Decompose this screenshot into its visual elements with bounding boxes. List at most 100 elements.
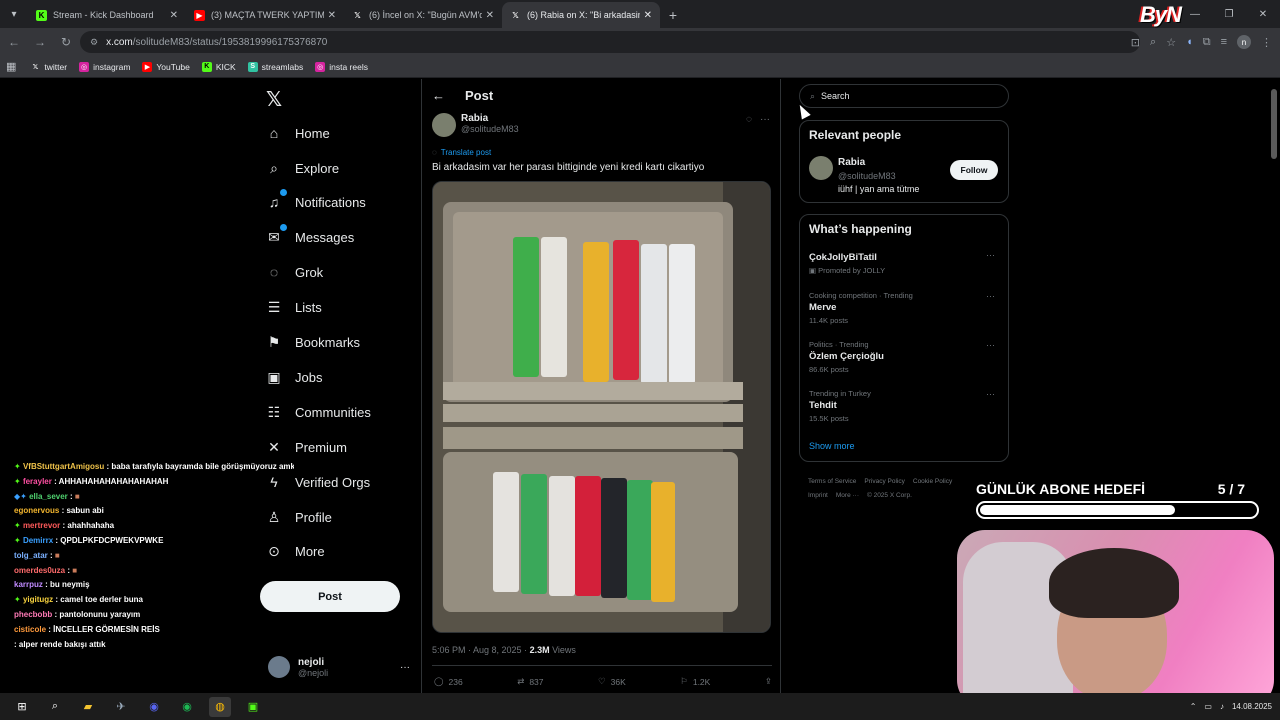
bookmark-instagram[interactable]: ◎ instagram bbox=[79, 61, 131, 72]
nav-communities[interactable]: ☷ Communities bbox=[266, 400, 371, 424]
media-icon[interactable]: ≡ bbox=[1221, 36, 1227, 48]
browser-tab[interactable]: K Stream - Kick Dashboard ✕ bbox=[28, 2, 186, 28]
minimize-icon[interactable]: — bbox=[1178, 0, 1212, 28]
restore-icon[interactable]: ❐ bbox=[1212, 0, 1246, 28]
bookmark-insta-reels[interactable]: ◎ insta reels bbox=[315, 61, 368, 72]
nav-premium[interactable]: ✕ Premium bbox=[266, 435, 347, 459]
kick-app-icon[interactable]: ▣ bbox=[242, 697, 264, 717]
bookmark-button[interactable]: ⚐ 1.2K bbox=[680, 676, 710, 687]
nav-messages[interactable]: ✉ Messages bbox=[266, 224, 354, 249]
battery-icon[interactable]: ▭ bbox=[1204, 702, 1212, 711]
profile-avatar[interactable]: n bbox=[1237, 35, 1251, 49]
share-button[interactable]: ⇪ bbox=[765, 676, 772, 687]
more-icon[interactable]: ··· bbox=[986, 250, 995, 260]
chat-message: phecbobb : pantolonunu yarayım bbox=[14, 608, 294, 623]
nav-notifications[interactable]: ♫ Notifications bbox=[266, 189, 366, 214]
trend-item[interactable]: Cooking competition · Trending Merve 11.… bbox=[809, 291, 999, 325]
tab-search-icon[interactable]: ▾ bbox=[0, 0, 28, 28]
install-icon[interactable]: ⊡ bbox=[1131, 36, 1140, 49]
more-icon[interactable]: ··· bbox=[986, 389, 995, 399]
instagram-icon: ◎ bbox=[315, 61, 326, 72]
emote-icon: ■ bbox=[74, 491, 80, 501]
person-name[interactable]: Rabia bbox=[838, 157, 919, 168]
spotify-icon[interactable]: ◉ bbox=[176, 697, 198, 717]
repost-button[interactable]: ⇄ 837 bbox=[517, 676, 543, 687]
trend-item[interactable]: Politics · Trending Özlem Çerçioğlu 86.6… bbox=[809, 340, 999, 374]
close-window-icon[interactable]: ✕ bbox=[1246, 0, 1280, 28]
search-input[interactable]: ⌕ Search bbox=[799, 84, 1009, 108]
discord-icon[interactable]: ◉ bbox=[143, 697, 165, 717]
account-switcher[interactable]: nejoli @nejoli ··· bbox=[268, 653, 410, 681]
footer-link[interactable]: More ··· bbox=[836, 492, 859, 499]
app-icon[interactable]: ✈ bbox=[110, 697, 132, 717]
new-tab-button[interactable]: + bbox=[660, 2, 686, 28]
file-explorer-icon[interactable]: ▰ bbox=[77, 697, 99, 717]
show-more-link[interactable]: Show more bbox=[809, 441, 855, 451]
footer-link[interactable]: Terms of Service bbox=[808, 478, 856, 485]
reload-icon[interactable]: ↻ bbox=[54, 30, 78, 54]
bookmark-twitter[interactable]: 𝕏twitter bbox=[30, 62, 68, 72]
browser-tab-active[interactable]: 𝕏 (6) Rabia on X: "Bi arkadasim va ✕ bbox=[502, 2, 660, 28]
post-author[interactable]: Rabia @solitudeM83 bbox=[432, 113, 519, 137]
x-logo-icon[interactable]: 𝕏 bbox=[266, 87, 282, 112]
browser-tab[interactable]: 𝕏 (6) İncel on X: "Bugün AVM'de ✕ bbox=[344, 2, 502, 28]
person-handle[interactable]: @solitudeM83 bbox=[838, 171, 919, 181]
translate-link[interactable]: ◌ Translate post bbox=[432, 148, 491, 157]
bookmark-streamlabs[interactable]: Sstreamlabs bbox=[247, 61, 303, 72]
extensions-icon[interactable]: ⧉ bbox=[1203, 36, 1211, 49]
star-icon[interactable]: ☆ bbox=[1166, 36, 1176, 49]
url-field[interactable]: ⚙ x.com/solitudeM83/status/1953819996175… bbox=[80, 31, 1140, 53]
close-icon[interactable]: ✕ bbox=[170, 10, 178, 21]
trend-name: Merve bbox=[809, 302, 837, 313]
footer-link[interactable]: Imprint bbox=[808, 492, 828, 499]
browser-tab[interactable]: ▶ (3) MAÇTA TWERK YAPTIM | İLK ✕ bbox=[186, 2, 344, 28]
close-icon[interactable]: ✕ bbox=[486, 10, 494, 21]
nav-lists[interactable]: ☰ Lists bbox=[266, 295, 322, 319]
close-icon[interactable]: ✕ bbox=[644, 10, 652, 21]
search-icon[interactable]: ⌕ bbox=[44, 697, 66, 717]
nav-bookmarks[interactable]: ⚑ Bookmarks bbox=[266, 330, 360, 354]
taskbar-date[interactable]: 14.08.2025 bbox=[1232, 702, 1272, 711]
avatar[interactable] bbox=[809, 156, 833, 180]
grok-icon[interactable]: ◌ bbox=[746, 114, 752, 125]
trend-item[interactable]: Trending in Turkey Tehdit 15.5K posts ··… bbox=[809, 389, 999, 423]
apps-icon[interactable]: ▦ bbox=[6, 60, 16, 73]
trend-item[interactable]: ÇokJollyBiTatil ▣ Promoted by JOLLY ··· bbox=[809, 250, 999, 275]
volume-icon[interactable]: ♪ bbox=[1220, 702, 1224, 711]
forward-icon[interactable]: → bbox=[28, 30, 52, 54]
nav-explore[interactable]: ⌕ Explore bbox=[266, 156, 339, 180]
avatar[interactable] bbox=[432, 113, 456, 137]
nav-label: Jobs bbox=[295, 369, 323, 385]
chrome-icon[interactable]: ◍ bbox=[209, 696, 231, 717]
more-icon[interactable]: ··· bbox=[986, 340, 995, 350]
home-icon: ⌂ bbox=[269, 125, 279, 141]
reply-button[interactable]: ◯ 236 bbox=[434, 676, 463, 687]
windows-start-icon[interactable]: ⊞ bbox=[11, 697, 33, 717]
site-info-icon[interactable]: ⚙ bbox=[90, 37, 98, 48]
bookmark-kick[interactable]: K KICK bbox=[201, 61, 236, 72]
author-name[interactable]: Rabia bbox=[461, 113, 519, 124]
footer-link[interactable]: Privacy Policy bbox=[864, 478, 904, 485]
more-icon[interactable]: ··· bbox=[986, 291, 995, 301]
back-arrow-icon[interactable]: ← bbox=[432, 88, 445, 103]
zoom-icon[interactable]: ⌕ bbox=[1150, 36, 1156, 49]
youtube-icon: ▶ bbox=[142, 61, 153, 72]
more-icon[interactable]: ··· bbox=[760, 114, 770, 125]
author-handle[interactable]: @solitudeM83 bbox=[461, 124, 519, 134]
like-button[interactable]: ♡ 36K bbox=[598, 676, 626, 687]
scrollbar-thumb[interactable] bbox=[1271, 89, 1277, 159]
nav-home[interactable]: ⌂ Home bbox=[266, 121, 330, 145]
nav-grok[interactable]: ◌ Grok bbox=[266, 260, 323, 284]
nav-jobs[interactable]: ▣ Jobs bbox=[266, 365, 322, 389]
chevron-up-icon[interactable]: ⌃ bbox=[1190, 702, 1197, 711]
follow-button[interactable]: Follow bbox=[950, 160, 998, 180]
extension-audio-icon[interactable]: ◖ bbox=[1186, 36, 1193, 48]
bookmark-youtube[interactable]: ▶ YouTube bbox=[142, 61, 190, 72]
post-image[interactable] bbox=[432, 181, 771, 633]
bookmark-label: instagram bbox=[93, 61, 131, 72]
footer-link[interactable]: Cookie Policy bbox=[913, 478, 952, 485]
menu-icon[interactable]: ⋮ bbox=[1261, 36, 1272, 49]
post-time[interactable]: 5:06 PM · Aug 8, 2025 · bbox=[432, 645, 530, 655]
close-icon[interactable]: ✕ bbox=[328, 10, 336, 21]
back-icon[interactable]: ← bbox=[2, 30, 26, 54]
